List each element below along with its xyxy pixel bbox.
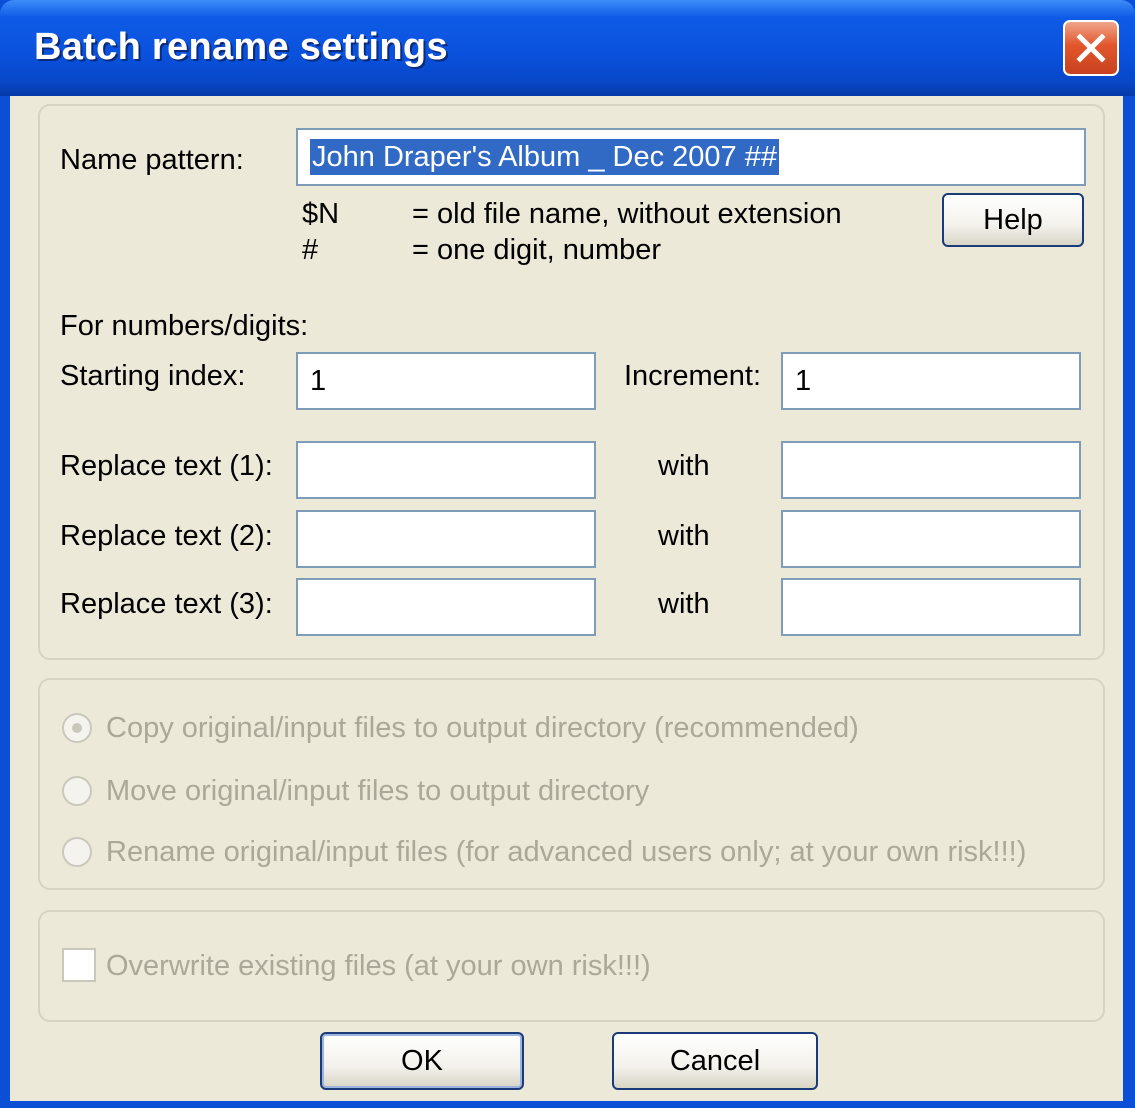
- close-button[interactable]: [1063, 20, 1119, 76]
- increment-input[interactable]: 1: [781, 352, 1081, 410]
- replace-2-with-input[interactable]: [781, 510, 1081, 568]
- replace-2-label: Replace text (2):: [60, 520, 273, 552]
- legend-desc-hash: = one digit, number: [412, 234, 662, 266]
- radio-move[interactable]: [62, 776, 92, 806]
- radio-copy-dot: [72, 723, 82, 733]
- dialog-body: Name pattern: John Draper's Album _ Dec …: [10, 96, 1123, 1101]
- radio-copy-label: Copy original/input files to output dire…: [106, 712, 859, 744]
- name-pattern-selected-text: John Draper's Album _ Dec 2007 ##: [310, 139, 779, 175]
- dialog-window: Batch rename settings Name pattern: John…: [0, 0, 1135, 1108]
- radio-rename-label: Rename original/input files (for advance…: [106, 836, 1027, 868]
- window-title: Batch rename settings: [34, 26, 448, 68]
- overwrite-label: Overwrite existing files (at your own ri…: [106, 950, 651, 982]
- legend-desc-n: = old file name, without extension: [412, 198, 842, 230]
- starting-index-label: Starting index:: [60, 360, 246, 392]
- ok-button[interactable]: OK: [320, 1032, 524, 1090]
- replace-3-with-label: with: [658, 588, 710, 620]
- replace-1-with-input[interactable]: [781, 441, 1081, 499]
- replace-3-find-input[interactable]: [296, 578, 596, 636]
- replace-2-with-label: with: [658, 520, 710, 552]
- name-pattern-label: Name pattern:: [60, 144, 244, 176]
- starting-index-input[interactable]: 1: [296, 352, 596, 410]
- replace-1-label: Replace text (1):: [60, 450, 273, 482]
- legend-token-hash: #: [302, 234, 319, 266]
- radio-move-label: Move original/input files to output dire…: [106, 775, 650, 807]
- radio-copy[interactable]: [62, 713, 92, 743]
- replace-2-find-input[interactable]: [296, 510, 596, 568]
- radio-rename[interactable]: [62, 837, 92, 867]
- replace-3-with-input[interactable]: [781, 578, 1081, 636]
- replace-1-with-label: with: [658, 450, 710, 482]
- numbers-section-label: For numbers/digits:: [60, 310, 309, 342]
- title-bar[interactable]: Batch rename settings: [0, 0, 1135, 96]
- close-icon: [1076, 33, 1106, 63]
- increment-label: Increment:: [624, 360, 761, 392]
- name-pattern-input[interactable]: John Draper's Album _ Dec 2007 ##: [296, 128, 1086, 186]
- cancel-button[interactable]: Cancel: [612, 1032, 818, 1090]
- legend-token-n: $N: [302, 198, 340, 230]
- overwrite-checkbox[interactable]: [62, 948, 96, 982]
- help-button[interactable]: Help: [942, 193, 1084, 247]
- replace-1-find-input[interactable]: [296, 441, 596, 499]
- replace-3-label: Replace text (3):: [60, 588, 273, 620]
